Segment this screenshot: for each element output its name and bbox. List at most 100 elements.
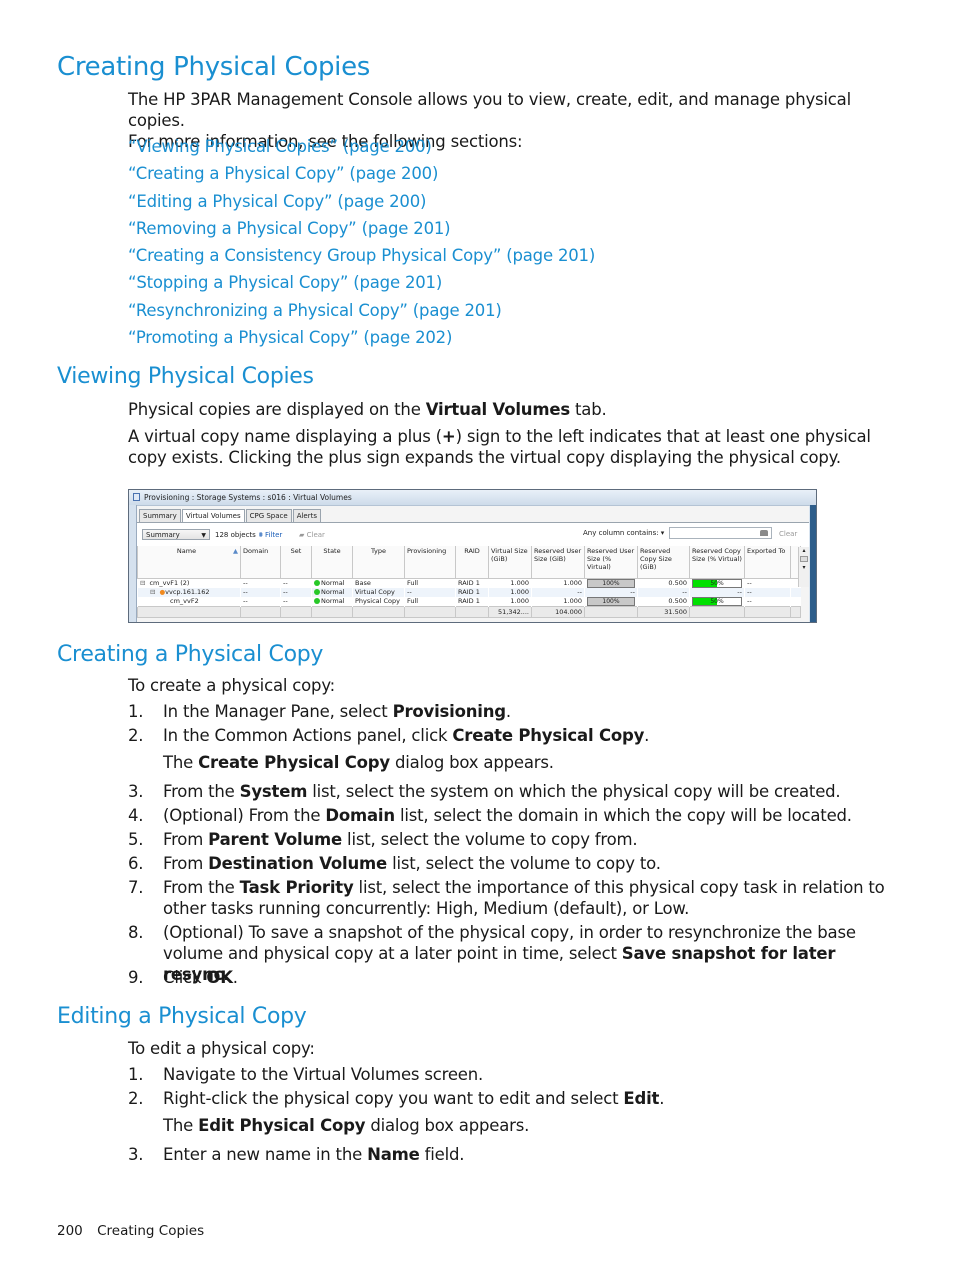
- col-type[interactable]: Type: [352, 546, 405, 579]
- col-exported-to[interactable]: Exported To: [744, 546, 791, 579]
- volume-name: cm_vvF1 (2): [149, 579, 190, 587]
- text: From: [163, 854, 209, 873]
- heading-viewing: Viewing Physical Copies: [57, 364, 314, 389]
- chevron-down-icon: ▼: [201, 532, 206, 539]
- table-row[interactable]: ⊟ ●vvcp.161.162 -- -- Normal Virtual Copy -- RA…: [137, 588, 801, 597]
- col-set[interactable]: Set: [280, 546, 312, 579]
- status-ok-icon: [314, 580, 320, 586]
- text: tab.: [569, 400, 607, 419]
- clear-filter-button[interactable]: ▰ Clear: [299, 531, 325, 539]
- reserved-user-gib-value: --: [577, 588, 582, 596]
- text: In the Manager Pane, select: [163, 702, 393, 721]
- text: In the Common Actions panel, click: [163, 726, 453, 745]
- reserved-copy-pct-value: --: [737, 588, 742, 596]
- view-select[interactable]: Summary ▼: [142, 529, 210, 540]
- search-input[interactable]: [669, 527, 772, 539]
- link-consistency-group-physical-copy[interactable]: “Creating a Consistency Group Physical C…: [128, 246, 595, 265]
- tab-summary[interactable]: Summary: [139, 509, 181, 522]
- step-number: 5.: [128, 830, 144, 849]
- bold-term: Parent Volume: [208, 830, 343, 849]
- link-stopping-physical-copy[interactable]: “Stopping a Physical Copy” (page 201): [128, 273, 442, 292]
- reserved-copy-gib-value: 0.500: [668, 579, 687, 587]
- viewing-paragraph-1: Physical copies are displayed on the Vir…: [128, 399, 888, 420]
- scroll-thumb[interactable]: [800, 556, 808, 562]
- text: Navigate to the Virtual Volumes screen.: [163, 1065, 484, 1084]
- bold-term: Create Physical Copy: [198, 753, 390, 772]
- bold-term: Edit Physical Copy: [198, 1116, 366, 1135]
- collapse-icon[interactable]: ⊟: [150, 588, 155, 596]
- domain-value: --: [243, 597, 248, 605]
- col-provisioning[interactable]: Provisioning: [404, 546, 456, 579]
- viewing-paragraph-2: A virtual copy name displaying a plus (+…: [128, 426, 888, 468]
- reserved-user-gib-value: 1.000: [563, 579, 582, 587]
- link-creating-physical-copy[interactable]: “Creating a Physical Copy” (page 200): [128, 164, 438, 183]
- col-raid[interactable]: RAID: [455, 546, 489, 579]
- step-number: 2.: [128, 1089, 144, 1108]
- tab-virtual-volumes[interactable]: Virtual Volumes: [181, 509, 245, 523]
- text: list, select the domain in which the cop…: [394, 806, 852, 825]
- exported-to-value: --: [747, 597, 752, 605]
- col-virtual-size[interactable]: Virtual Size (GiB): [488, 546, 532, 579]
- link-promoting-physical-copy[interactable]: “Promoting a Physical Copy” (page 202): [128, 328, 452, 347]
- object-count: 128 objects: [215, 531, 256, 539]
- clear-label: Clear: [306, 531, 325, 539]
- exported-to-value: --: [747, 588, 752, 596]
- filter-button[interactable]: ⩩ Filter: [259, 531, 282, 540]
- text: Physical copies are displayed on the: [128, 400, 426, 419]
- step-text: Enter a new name in the Name field.: [163, 1144, 888, 1165]
- step-number: 9.: [128, 968, 144, 987]
- tab-cpg-space[interactable]: CPG Space: [245, 509, 292, 522]
- text: Enter a new name in the: [163, 1145, 368, 1164]
- text: dialog box appears.: [365, 1116, 530, 1135]
- page-title: Creating Physical Copies: [57, 52, 371, 82]
- column-filter-select[interactable]: Any column contains: ▾: [583, 529, 664, 537]
- table-row[interactable]: cm_vvF2 -- -- Normal Physical Copy Full RAID 1…: [137, 597, 801, 607]
- text: A virtual copy name displaying a plus (: [128, 427, 442, 446]
- text: list, select the volume to copy to.: [387, 854, 661, 873]
- link-editing-physical-copy[interactable]: “Editing a Physical Copy” (page 200): [128, 192, 426, 211]
- col-domain[interactable]: Domain: [240, 546, 281, 579]
- virtual-size-value: 1.000: [510, 579, 529, 587]
- link-removing-physical-copy[interactable]: “Removing a Physical Copy” (page 201): [128, 219, 451, 238]
- col-name[interactable]: Name ▲: [137, 546, 241, 579]
- col-reserved-user-pct[interactable]: Reserved User Size (% Virtual): [584, 546, 638, 579]
- link-viewing-physical-copies[interactable]: “Viewing Physical Copies” (page 200): [128, 137, 432, 156]
- set-value: --: [283, 579, 288, 587]
- provisioning-value: Full: [407, 597, 419, 605]
- table-row[interactable]: ⊟ cm_vvF1 (2) -- -- Normal Base Full RAID 1 1.00…: [137, 578, 801, 588]
- step-number: 6.: [128, 854, 144, 873]
- col-reserved-copy-pct[interactable]: Reserved Copy Size (% Virtual): [689, 546, 745, 579]
- clear-search-button[interactable]: Clear: [779, 530, 797, 538]
- step-item: 2. In the Common Actions panel, click Cre…: [128, 725, 888, 746]
- step-item: 9. Click OK.: [128, 967, 888, 988]
- sort-ascending-icon: ▲: [233, 547, 238, 555]
- collapse-icon[interactable]: ⊟: [140, 579, 145, 587]
- page-number: 200: [57, 1223, 83, 1239]
- col-reserved-user-gib[interactable]: Reserved User Size (GiB): [531, 546, 585, 579]
- step-text: From Destination Volume list, select the…: [163, 853, 888, 874]
- table-header: Name ▲ Domain Set State Type Provisionin…: [137, 546, 801, 579]
- text: The: [163, 1116, 199, 1135]
- type-value: Base: [355, 579, 371, 587]
- status-ok-icon: [314, 589, 320, 595]
- step-text: The Edit Physical Copy dialog box appear…: [163, 1115, 888, 1136]
- col-reserved-copy-gib[interactable]: Reserved Copy Size (GiB): [637, 546, 690, 579]
- step-text: From Parent Volume list, select the volu…: [163, 829, 888, 850]
- text: .: [644, 726, 650, 745]
- col-state[interactable]: State: [311, 546, 353, 579]
- section-name: Creating Copies: [97, 1223, 205, 1239]
- exported-to-value: --: [747, 579, 752, 587]
- link-resynchronizing-physical-copy[interactable]: “Resynchronizing a Physical Copy” (page …: [128, 301, 502, 320]
- step-text: From the Task Priority list, select the …: [163, 877, 888, 919]
- text: The: [163, 753, 199, 772]
- step-item: 4. (Optional) From the Domain list, selec…: [128, 805, 888, 826]
- tab-alerts[interactable]: Alerts: [292, 509, 322, 522]
- volume-name: cm_vvF2: [170, 597, 199, 605]
- step-number: 3.: [128, 782, 144, 801]
- filter-label: Filter: [264, 531, 283, 539]
- text: field.: [419, 1145, 465, 1164]
- text: .: [659, 1089, 665, 1108]
- scroll-up-icon[interactable]: ▴: [799, 547, 809, 554]
- vertical-scrollbar[interactable]: ▴ ▾: [798, 547, 809, 587]
- scroll-down-icon[interactable]: ▾: [799, 564, 809, 571]
